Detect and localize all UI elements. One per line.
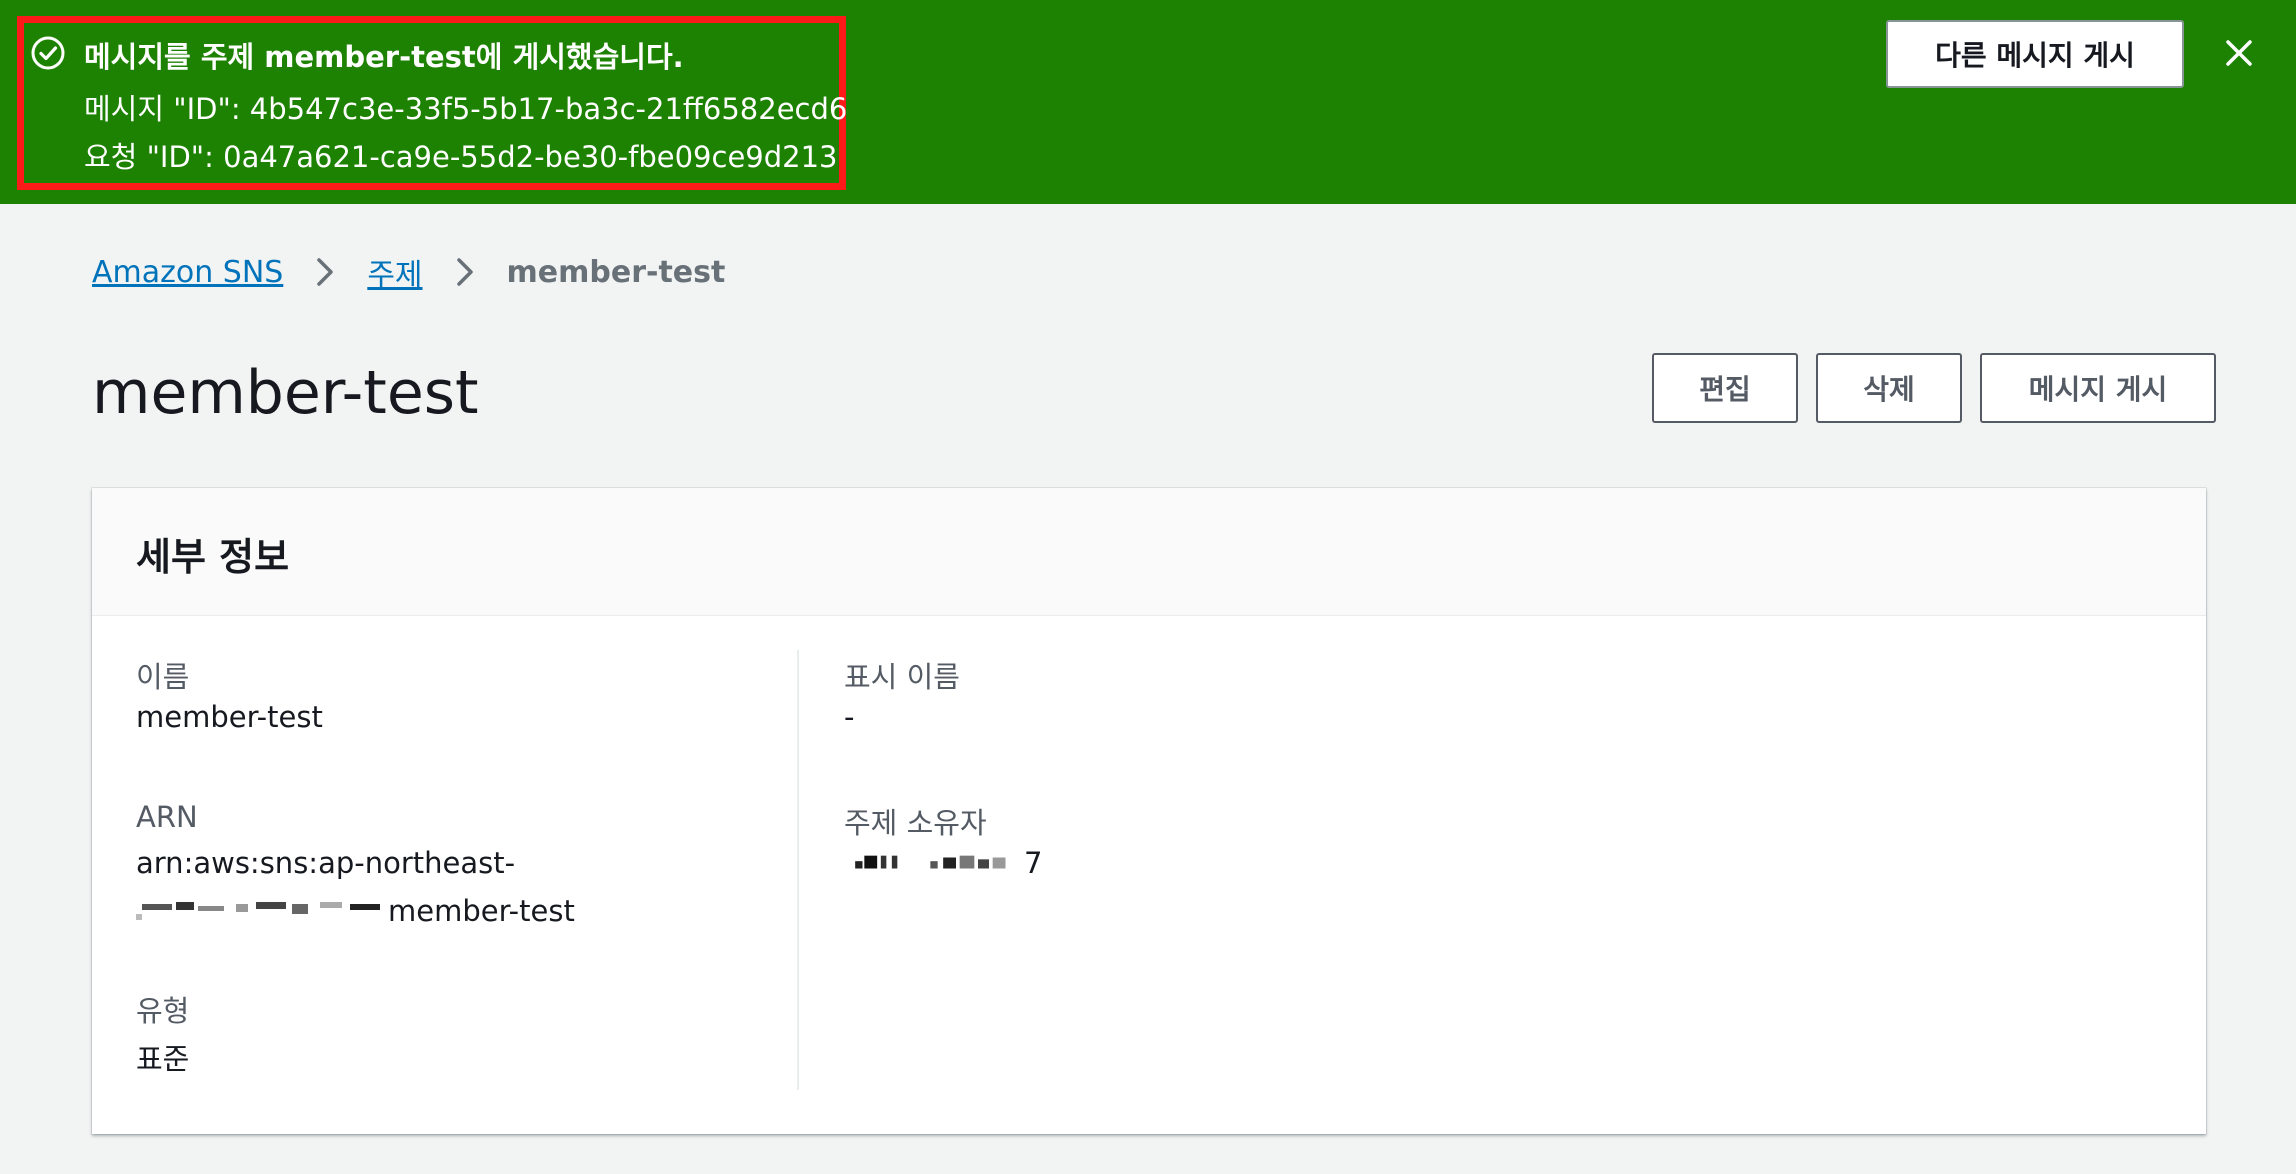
details-panel: 세부 정보 이름 member-test ARN arn:aws:sns:ap-…: [92, 488, 2206, 1134]
chevron-right-icon: [456, 258, 473, 286]
page-title: member-test: [92, 358, 479, 428]
topic-owner-label: 주제 소유자: [844, 806, 987, 840]
type-value: 표준: [136, 1042, 190, 1076]
redacted-owner-id: [855, 855, 1006, 869]
breadcrumb-link-amazon-sns[interactable]: Amazon SNS: [92, 255, 283, 290]
arn-value-suffix: member-test: [388, 894, 575, 928]
column-divider: [797, 650, 799, 1090]
type-label: 유형: [136, 994, 190, 1028]
flash-request-id: 요청 "ID": 0a47a621-ca9e-55d2-be30-fbe09ce…: [84, 140, 838, 174]
breadcrumb-link-topics[interactable]: 주제: [367, 250, 422, 294]
arn-value-line1: arn:aws:sns:ap-northeast-: [136, 846, 516, 880]
details-panel-title: 세부 정보: [136, 535, 290, 579]
publish-message-button[interactable]: 메시지 게시: [1980, 353, 2216, 423]
display-name-label: 표시 이름: [844, 660, 960, 694]
name-label: 이름: [136, 660, 190, 694]
flash-message-id: 메시지 "ID": 4b547c3e-33f5-5b17-ba3c-21ff65…: [84, 92, 848, 126]
breadcrumb: Amazon SNS 주제 member-test: [92, 250, 726, 294]
delete-button[interactable]: 삭제: [1816, 353, 1962, 423]
topic-owner-suffix: 7: [1024, 846, 1043, 880]
display-name-value: -: [844, 700, 855, 734]
arn-label: ARN: [136, 800, 198, 834]
flash-title: 메시지를 주제 member-test에 게시했습니다.: [84, 40, 684, 74]
redacted-account-id: [136, 902, 380, 920]
close-icon[interactable]: [2216, 30, 2262, 76]
details-panel-header: 세부 정보: [92, 488, 2206, 616]
breadcrumb-current: member-test: [506, 254, 726, 290]
name-value: member-test: [136, 700, 323, 734]
publish-another-message-button[interactable]: 다른 메시지 게시: [1886, 20, 2184, 88]
edit-button[interactable]: 편집: [1652, 353, 1798, 423]
success-flash-banner: 메시지를 주제 member-test에 게시했습니다. 메시지 "ID": 4…: [0, 0, 2296, 204]
arn-value-line2: member-test: [136, 894, 575, 928]
chevron-right-icon: [317, 258, 334, 286]
topic-owner-value: 7: [844, 846, 1042, 880]
check-circle-icon: [31, 36, 65, 70]
